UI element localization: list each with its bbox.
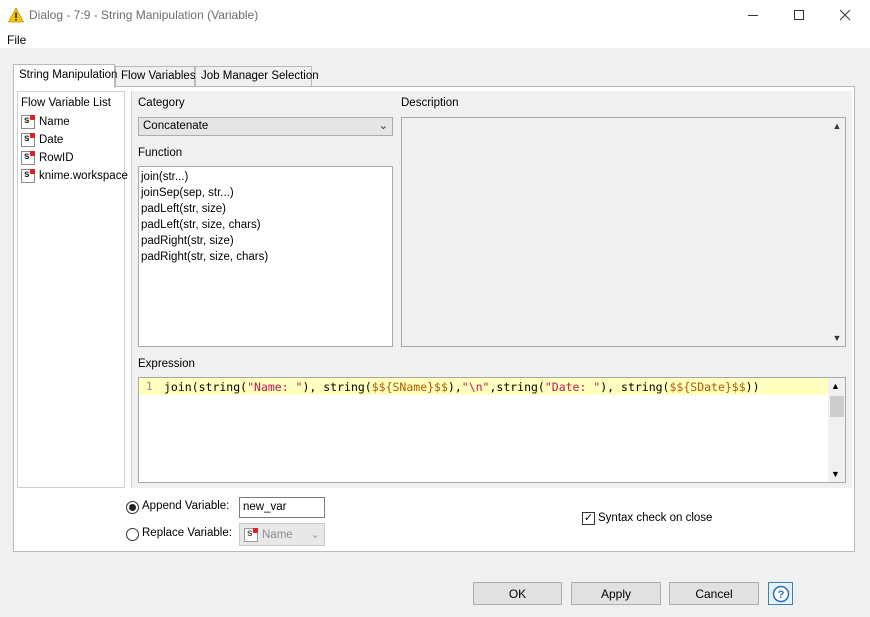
minimize-button[interactable] [730,0,776,30]
expression-editor[interactable]: 1 join(string("Name: "), string($${SName… [138,377,846,483]
flow-variable-label: Date [39,134,64,146]
minimize-icon [748,15,758,16]
syntax-check-label: Syntax check on close [598,512,713,524]
flow-variable-label: RowID [39,152,74,164]
maximize-icon [794,10,804,20]
help-button[interactable]: ? [768,582,793,605]
scroll-down-icon[interactable]: ▼ [833,333,842,343]
variable-reference: $${SDate}$$ [669,380,746,394]
scroll-up-icon[interactable]: ▲ [833,121,842,131]
variable-reference: $${SName}$$ [371,380,448,394]
scroll-thumb[interactable] [830,396,844,417]
cancel-button[interactable]: Cancel [669,582,759,605]
replace-variable-label: Replace Variable: [142,527,232,539]
code-token: )) [745,380,760,394]
ok-button[interactable]: OK [473,582,562,605]
menu-file[interactable]: File [7,33,26,47]
flow-variable-label: knime.workspace [39,170,128,182]
function-item[interactable]: joinSep(sep, str...) [140,185,391,201]
menu-bar [0,30,870,48]
line-number: 1 [146,380,153,393]
flow-variable-list-title: Flow Variable List [21,97,111,109]
code-token: join(string( [164,380,248,394]
maximize-button[interactable] [776,0,822,30]
expression-label: Expression [138,358,195,370]
description-scrollbar[interactable]: ▲ ▼ [829,118,845,346]
category-label: Category [138,97,185,109]
code-token: ), [447,380,462,394]
expression-code[interactable]: join(string("Name: "), string($${SName}$… [164,380,760,394]
string-variable-icon: s [21,151,35,165]
append-variable-input[interactable]: new_var [239,497,325,518]
function-item[interactable]: padLeft(str, size, chars) [140,217,391,233]
string-variable-icon: s [21,133,35,147]
warning-icon [8,7,24,23]
string-literal: "\n" [461,380,490,394]
flow-variable-item[interactable]: s Date [21,132,63,148]
code-token: ), string( [302,380,372,394]
function-label: Function [138,147,183,159]
tab-job-manager-selection[interactable]: Job Manager Selection [195,66,319,86]
description-label: Description [401,97,459,109]
svg-text:?: ? [777,589,784,601]
close-button[interactable] [822,0,868,30]
expression-scrollbar[interactable]: ▲ ▼ [828,378,845,482]
scroll-down-icon[interactable]: ▼ [831,469,840,479]
close-icon [839,9,851,21]
tab-flow-variables[interactable]: Flow Variables [115,66,196,86]
string-variable-icon: s [21,169,35,183]
flow-variable-item[interactable]: s RowID [21,150,74,166]
flow-variable-item[interactable]: s knime.workspace [21,168,128,184]
append-variable-radio[interactable] [126,501,139,514]
apply-button[interactable]: Apply [571,582,661,605]
function-item[interactable]: padLeft(str, size) [140,201,391,217]
string-variable-icon: s [21,115,35,129]
chevron-down-icon: ⌄ [310,529,320,541]
string-variable-icon: s [244,527,258,542]
tab-string-manipulation[interactable]: String Manipulation [13,64,117,88]
string-literal: "Date: " [544,380,601,394]
string-literal: "Name: " [247,380,303,394]
chevron-down-icon: ⌄ [378,120,388,132]
scroll-up-icon[interactable]: ▲ [831,381,840,391]
replace-variable-radio[interactable] [126,528,139,541]
category-select[interactable]: Concatenate ⌄ [138,117,393,136]
code-token: ), string( [600,380,670,394]
replace-variable-value: Name [262,528,293,541]
function-list[interactable]: join(str...) joinSep(sep, str...) padLef… [138,166,393,347]
flow-variable-label: Name [39,116,70,128]
help-icon: ? [772,585,789,602]
function-item[interactable]: join(str...) [140,169,391,185]
syntax-check-checkbox[interactable]: ✓ [582,512,595,525]
function-item[interactable]: padRight(str, size, chars) [140,249,391,265]
flow-variable-item[interactable]: s Name [21,114,70,130]
description-panel: ▲ ▼ [401,117,846,347]
function-item[interactable]: padRight(str, size) [140,233,391,249]
replace-variable-select[interactable]: s Name ⌄ [239,523,325,546]
category-selected-value: Concatenate [143,120,209,132]
window-title: Dialog - 7:9 - String Manipulation (Vari… [29,8,259,22]
code-token: ,string( [489,380,545,394]
append-variable-label: Append Variable: [142,500,230,512]
